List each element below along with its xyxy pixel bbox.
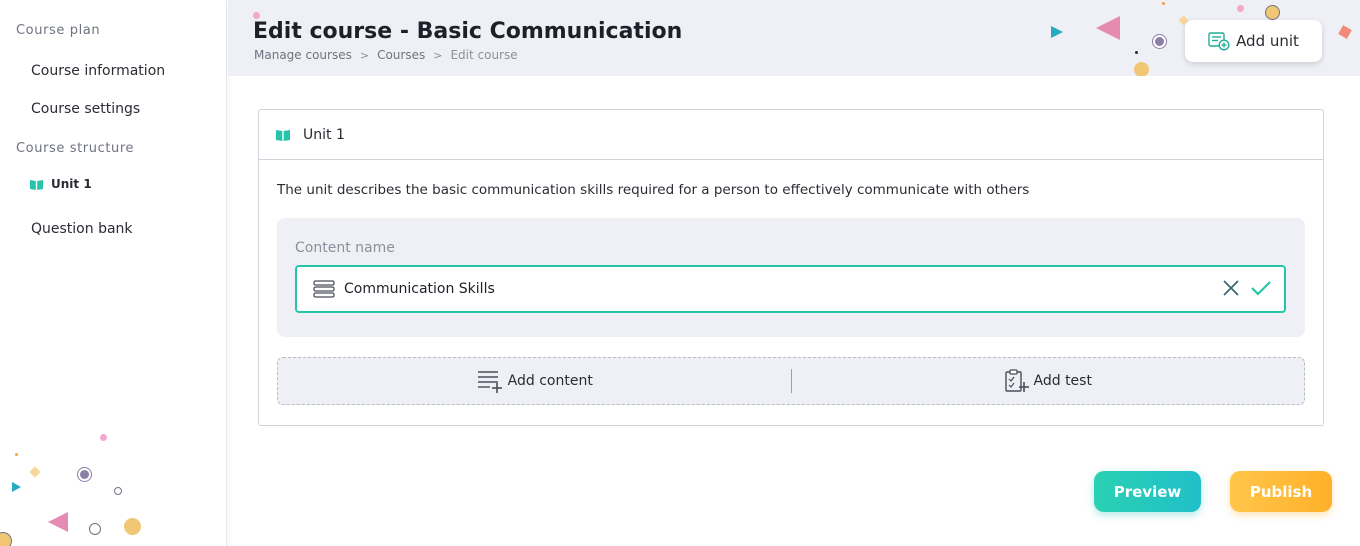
sidebar-item-course-information[interactable]: Course information [31,63,165,79]
list-icon [313,280,335,298]
sidebar-item-unit-1-label: Unit 1 [51,177,92,191]
close-icon[interactable] [1222,279,1240,297]
add-content-button[interactable]: Add content [278,358,791,404]
add-list-icon [1208,32,1230,51]
publish-button[interactable]: Publish [1230,471,1332,512]
add-unit-button[interactable]: Add unit [1185,20,1322,62]
breadcrumb: Manage courses > Courses > Edit course [254,48,518,62]
unit-description: The unit describes the basic communicati… [277,182,1030,198]
add-test-button[interactable]: Add test [792,358,1305,404]
page-header: Edit course - Basic Communication Manage… [228,0,1360,76]
book-open-icon [276,129,290,141]
content-name-field-wrapper [295,265,1286,313]
input-actions [1222,279,1272,297]
add-test-label: Add test [1033,373,1092,389]
decorative-confetti-header [253,12,260,19]
book-open-icon [30,179,43,190]
add-content-icon [477,371,502,393]
sidebar-item-question-bank[interactable]: Question bank [31,221,133,237]
breadcrumb-courses[interactable]: Courses [377,48,425,62]
breadcrumb-separator-icon: > [359,48,370,62]
check-icon[interactable] [1250,279,1272,297]
add-unit-label: Add unit [1236,32,1299,50]
unit-title: Unit 1 [303,126,345,143]
content-name-label: Content name [295,240,395,256]
unit-card: Unit 1 The unit describes the basic comm… [258,109,1324,426]
content-name-input[interactable] [344,281,1164,297]
sidebar-item-unit-1[interactable]: Unit 1 [30,177,92,191]
sidebar-section-course-structure: Course structure [16,141,135,156]
unit-header[interactable]: Unit 1 [259,110,1323,160]
content-edit-panel: Content name [277,218,1305,337]
preview-button[interactable]: Preview [1094,471,1201,512]
breadcrumb-edit-course: Edit course [450,48,518,62]
sidebar-item-course-settings[interactable]: Course settings [31,101,140,117]
sidebar: Course plan Course information Course se… [0,0,227,546]
add-actions-bar: Add content Add test [277,357,1305,405]
add-content-label: Add content [507,373,593,389]
sidebar-section-course-plan: Course plan [16,23,101,38]
add-test-icon [1004,369,1029,392]
breadcrumb-manage-courses[interactable]: Manage courses [254,48,352,62]
breadcrumb-separator-icon: > [433,48,443,62]
page-title: Edit course - Basic Communication [253,19,683,44]
